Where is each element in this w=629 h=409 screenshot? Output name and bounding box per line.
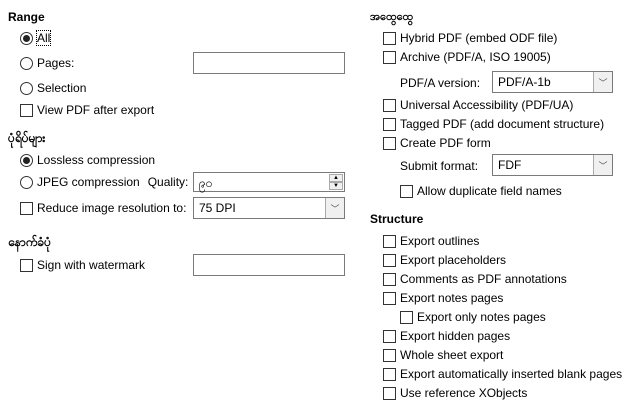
pdfa-version-label: PDF/A version: bbox=[400, 76, 481, 90]
checkbox-icon[interactable] bbox=[383, 272, 396, 286]
quality-value: ၉၀ bbox=[199, 176, 213, 190]
checkbox-icon[interactable] bbox=[400, 184, 413, 198]
structure-checkbox[interactable]: Export only notes pages bbox=[400, 309, 546, 325]
label: Tagged PDF (add document structure) bbox=[400, 117, 605, 131]
radio-icon[interactable] bbox=[20, 153, 33, 167]
checkbox-icon[interactable] bbox=[20, 103, 33, 117]
submit-format-label: Submit format: bbox=[400, 159, 479, 173]
images-heading: ပုံရိပ်များ bbox=[8, 131, 46, 145]
label: Archive (PDF/A, ISO 19005) bbox=[400, 50, 551, 64]
label: Export only notes pages bbox=[417, 310, 546, 324]
checkbox-icon[interactable] bbox=[20, 258, 33, 272]
label: Pages: bbox=[37, 56, 75, 70]
radio-selection[interactable]: Selection bbox=[20, 80, 86, 96]
structure-checkbox[interactable]: Export outlines bbox=[383, 233, 479, 249]
hybrid-checkbox[interactable]: Hybrid PDF (embed ODF file) bbox=[383, 30, 557, 46]
chevron-down-icon[interactable]: ﹀ bbox=[325, 198, 344, 218]
checkbox-icon[interactable] bbox=[383, 386, 396, 400]
structure-checkbox[interactable]: Whole sheet export bbox=[383, 347, 503, 363]
quality-label: Quality: bbox=[147, 175, 189, 189]
range-heading: Range bbox=[8, 10, 45, 24]
label: Export notes pages bbox=[400, 291, 504, 305]
pages-input[interactable] bbox=[193, 52, 345, 74]
checkbox-icon[interactable] bbox=[20, 201, 33, 215]
radio-icon[interactable] bbox=[20, 175, 33, 189]
structure-checkbox[interactable]: Comments as PDF annotations bbox=[383, 271, 567, 287]
radio-pages[interactable]: Pages: bbox=[20, 55, 74, 71]
label: Reduce image resolution to: bbox=[37, 201, 187, 215]
label: Create PDF form bbox=[400, 136, 491, 150]
structure-checkbox[interactable]: Export automatically inserted blank page… bbox=[383, 366, 622, 382]
reduce-resolution-checkbox[interactable]: Reduce image resolution to: bbox=[20, 200, 186, 216]
label: Lossless compression bbox=[37, 153, 156, 167]
sign-watermark-checkbox[interactable]: Sign with watermark bbox=[20, 257, 145, 273]
chevron-down-icon[interactable]: ﹀ bbox=[593, 155, 612, 175]
structure-checkbox[interactable]: Export notes pages bbox=[383, 290, 503, 306]
archive-checkbox[interactable]: Archive (PDF/A, ISO 19005) bbox=[383, 49, 551, 65]
structure-heading: Structure bbox=[370, 212, 424, 226]
label: Universal Accessibility (PDF/UA) bbox=[400, 98, 574, 112]
checkbox-icon[interactable] bbox=[383, 329, 396, 343]
radio-lossless[interactable]: Lossless compression bbox=[20, 152, 155, 168]
label: JPEG compression bbox=[37, 175, 140, 189]
label: Export automatically inserted blank page… bbox=[400, 367, 623, 381]
resolution-combo[interactable]: 75 DPI ﹀ bbox=[193, 197, 345, 219]
checkbox-icon[interactable] bbox=[383, 348, 396, 362]
chevron-down-icon[interactable]: ﹀ bbox=[593, 72, 612, 92]
tagged-checkbox[interactable]: Tagged PDF (add document structure) bbox=[383, 116, 604, 132]
structure-checkbox[interactable]: Export placeholders bbox=[383, 252, 506, 268]
radio-icon[interactable] bbox=[20, 56, 33, 70]
radio-all[interactable]: All bbox=[20, 30, 52, 46]
checkbox-icon[interactable] bbox=[383, 291, 396, 305]
watermark-heading: နောက်ခံပုံ bbox=[8, 235, 51, 249]
checkbox-icon[interactable] bbox=[383, 136, 396, 150]
structure-checkbox[interactable]: Use reference XObjects bbox=[383, 385, 527, 401]
general-heading: အထွေထွေ bbox=[370, 11, 414, 23]
structure-checkbox[interactable]: Export hidden pages bbox=[383, 328, 510, 344]
pdfa-version-combo[interactable]: PDF/A-1b ﹀ bbox=[492, 71, 613, 93]
checkbox-icon[interactable] bbox=[383, 253, 396, 267]
label: Export placeholders bbox=[400, 253, 507, 267]
view-pdf-checkbox[interactable]: View PDF after export bbox=[20, 102, 154, 118]
radio-icon[interactable] bbox=[20, 31, 33, 45]
label: Sign with watermark bbox=[37, 258, 146, 272]
checkbox-icon[interactable] bbox=[383, 50, 396, 64]
label: View PDF after export bbox=[37, 103, 155, 117]
label: Allow duplicate field names bbox=[417, 184, 562, 198]
spin-up-icon[interactable]: ▲ bbox=[329, 174, 343, 182]
spin-down-icon[interactable]: ▼ bbox=[329, 182, 343, 190]
label: Comments as PDF annotations bbox=[400, 272, 567, 286]
checkbox-icon[interactable] bbox=[383, 117, 396, 131]
create-form-checkbox[interactable]: Create PDF form bbox=[383, 135, 491, 151]
duplicate-names-checkbox[interactable]: Allow duplicate field names bbox=[400, 183, 562, 199]
combo-value: PDF/A-1b bbox=[498, 75, 551, 89]
label: Selection bbox=[37, 81, 87, 95]
combo-value: FDF bbox=[498, 158, 522, 172]
label: Export hidden pages bbox=[400, 329, 511, 343]
radio-icon[interactable] bbox=[20, 81, 33, 95]
checkbox-icon[interactable] bbox=[400, 310, 413, 324]
label: Use reference XObjects bbox=[400, 386, 528, 400]
label: Export outlines bbox=[400, 234, 480, 248]
label: Hybrid PDF (embed ODF file) bbox=[400, 31, 558, 45]
radio-jpeg[interactable]: JPEG compression Quality: bbox=[20, 174, 188, 190]
checkbox-icon[interactable] bbox=[383, 234, 396, 248]
combo-value: 75 DPI bbox=[199, 201, 236, 215]
watermark-input[interactable] bbox=[193, 254, 345, 276]
label: All bbox=[35, 30, 52, 46]
quality-spinbox[interactable]: ၉၀ ▲ ▼ bbox=[193, 172, 345, 192]
ua-checkbox[interactable]: Universal Accessibility (PDF/UA) bbox=[383, 97, 573, 113]
checkbox-icon[interactable] bbox=[383, 98, 396, 112]
submit-format-combo[interactable]: FDF ﹀ bbox=[492, 154, 613, 176]
checkbox-icon[interactable] bbox=[383, 367, 396, 381]
label: Whole sheet export bbox=[400, 348, 504, 362]
checkbox-icon[interactable] bbox=[383, 31, 396, 45]
